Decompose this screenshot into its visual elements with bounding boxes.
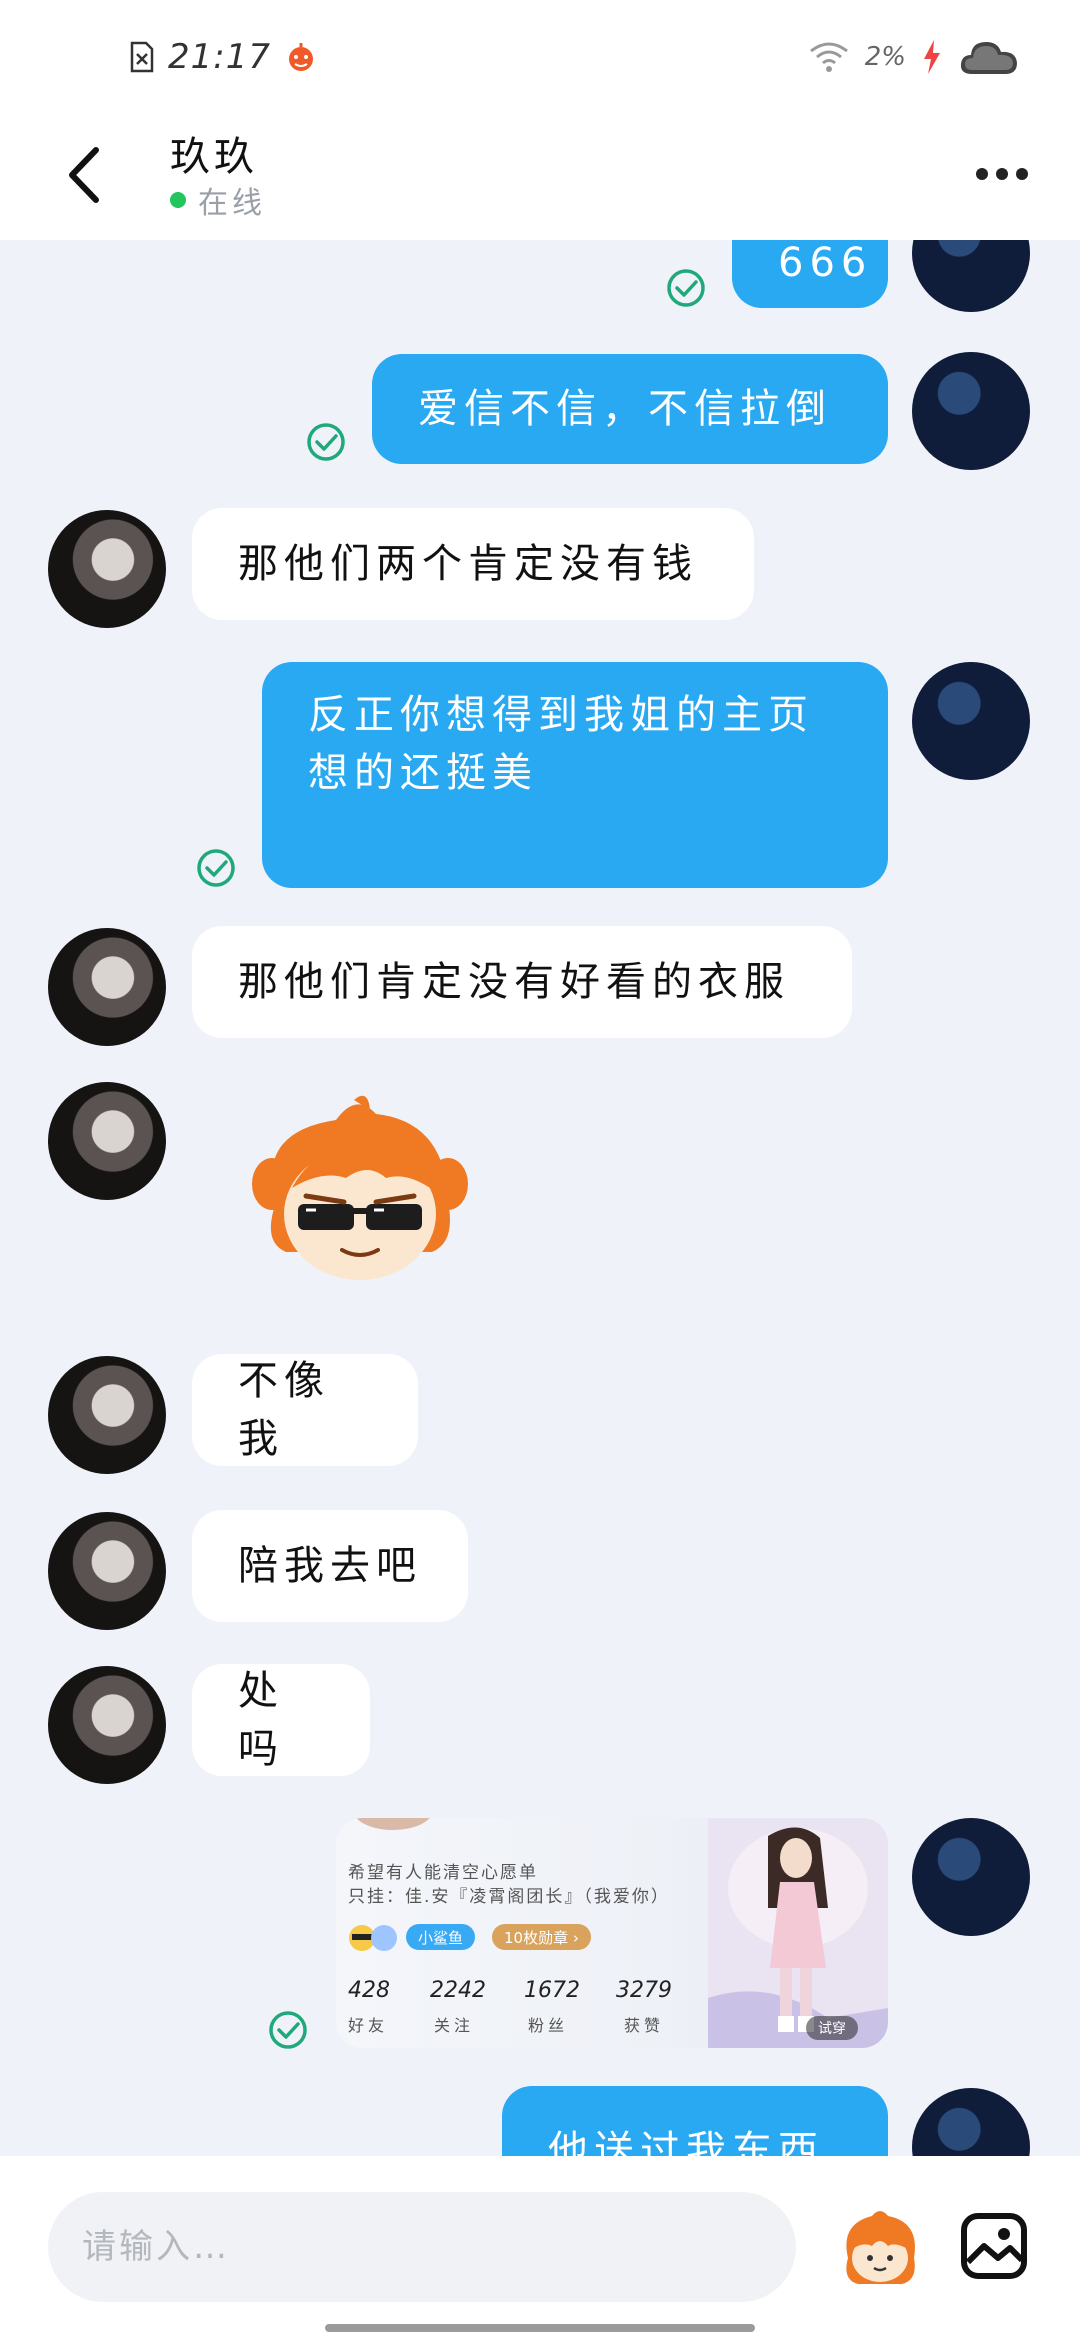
message-text: 他送过我东西 <box>548 2128 824 2156</box>
sticker-picker-icon[interactable] <box>832 2206 928 2290</box>
notification-app-icon <box>288 43 313 71</box>
message-input[interactable] <box>48 2192 796 2302</box>
self-avatar[interactable] <box>912 352 1030 470</box>
back-arrow-icon[interactable] <box>60 140 110 210</box>
message-text-line: 想的还挺美 <box>308 750 538 796</box>
other-message-bubble[interactable]: 陪我去吧 <box>192 1510 468 1622</box>
status-left: 21:17 <box>130 30 317 84</box>
stat-fans-label: 粉丝 <box>528 2016 569 2035</box>
message-text: 爱信不信，不信拉倒 <box>418 386 832 432</box>
stat-following-count: 2242 <box>430 1978 486 2003</box>
self-message-bubble[interactable]: 666 <box>732 240 888 308</box>
other-message-bubble[interactable]: 那他们两个肯定没有钱 <box>192 508 754 620</box>
read-check-icon <box>307 423 345 461</box>
message-text: 那他们两个肯定没有钱 <box>238 541 698 587</box>
read-check-icon <box>269 2011 307 2049</box>
self-message-bubble[interactable]: 反正你想得到我姐的主页 想的还挺美 <box>262 662 888 888</box>
presence-status: 在线 <box>170 178 266 222</box>
stat-following-label: 关注 <box>434 2016 475 2035</box>
card-bio-line: 希望有人能清空心愿单 <box>348 1863 538 1883</box>
clock-time: 21:17 <box>168 37 271 77</box>
self-avatar[interactable] <box>912 1818 1030 1936</box>
wifi-icon <box>809 42 848 72</box>
other-message-bubble[interactable]: 那他们肯定没有好看的衣服 <box>192 926 852 1038</box>
contact-avatar[interactable] <box>48 1666 166 1784</box>
contact-avatar[interactable] <box>48 1512 166 1630</box>
battery-cloud-icon <box>960 42 1017 74</box>
stat-friends-label: 好友 <box>348 2016 389 2035</box>
file-blocked-icon <box>130 41 154 73</box>
card-badge-shark: 小鲨鱼 <box>406 1924 476 1950</box>
message-text-line: 反正你想得到我姐的主页 <box>308 692 814 738</box>
contact-name[interactable]: 玖玖 <box>170 124 258 182</box>
message-text: 不像我 <box>238 1358 330 1462</box>
stat-likes-label: 获赞 <box>624 2016 665 2035</box>
contact-avatar[interactable] <box>48 1082 166 1200</box>
emoji-sticker-icon <box>349 1925 397 1951</box>
self-avatar[interactable] <box>912 240 1030 312</box>
try-on-badge[interactable]: 试穿 <box>806 2016 858 2040</box>
stat-fans-count: 1672 <box>524 1978 580 2003</box>
self-avatar[interactable] <box>912 2088 1030 2156</box>
card-avatar-peek <box>356 1818 430 1830</box>
contact-avatar[interactable] <box>48 510 166 628</box>
image-picker-icon[interactable] <box>960 2212 1028 2280</box>
online-dot <box>170 192 186 208</box>
cool-sunglasses-sticker[interactable] <box>236 1092 482 1292</box>
home-indicator[interactable] <box>325 2324 755 2332</box>
read-check-icon <box>197 849 235 887</box>
contact-avatar[interactable] <box>48 1356 166 1474</box>
message-text: 那他们肯定没有好看的衣服 <box>238 959 790 1005</box>
chat-header: 玖玖 在线 <box>0 110 1080 240</box>
message-text: 处吗 <box>238 1668 284 1772</box>
stat-friends-count: 428 <box>348 1978 390 2003</box>
message-text: 陪我去吧 <box>238 1543 422 1589</box>
input-bar <box>0 2156 1080 2340</box>
contact-avatar[interactable] <box>48 928 166 1046</box>
dressup-avatar-figure <box>708 1818 888 2048</box>
self-avatar[interactable] <box>912 662 1030 780</box>
profile-share-card[interactable]: 希望有人能清空心愿单 只挂：佳.安『凌霄阁团长』（我爱你） 小鲨鱼 10枚勋章 … <box>336 1818 888 2048</box>
other-message-bubble[interactable]: 不像我 <box>192 1354 418 1466</box>
more-options-icon[interactable] <box>972 154 1032 194</box>
message-list[interactable]: 666 爱信不信，不信拉倒 那他们两个肯定没有钱 反正你想得到我姐的主页 想的还… <box>0 240 1080 2156</box>
message-text: 666 <box>778 240 873 286</box>
stat-likes-count: 3279 <box>616 1978 672 2003</box>
status-right: 2% <box>809 30 1020 84</box>
charging-bolt-icon <box>924 40 940 74</box>
battery-percent: 2% <box>864 42 906 72</box>
status-bar: 21:17 2% <box>0 0 1080 110</box>
other-message-bubble[interactable]: 处吗 <box>192 1664 370 1776</box>
presence-label: 在线 <box>198 186 266 221</box>
read-check-icon <box>667 269 705 307</box>
self-message-bubble[interactable]: 他送过我东西 <box>502 2086 888 2156</box>
card-bio-line: 只挂：佳.安『凌霄阁团长』（我爱你） <box>348 1887 670 1907</box>
card-badge-medals[interactable]: 10枚勋章 › <box>492 1924 591 1950</box>
self-message-bubble[interactable]: 爱信不信，不信拉倒 <box>372 354 888 464</box>
